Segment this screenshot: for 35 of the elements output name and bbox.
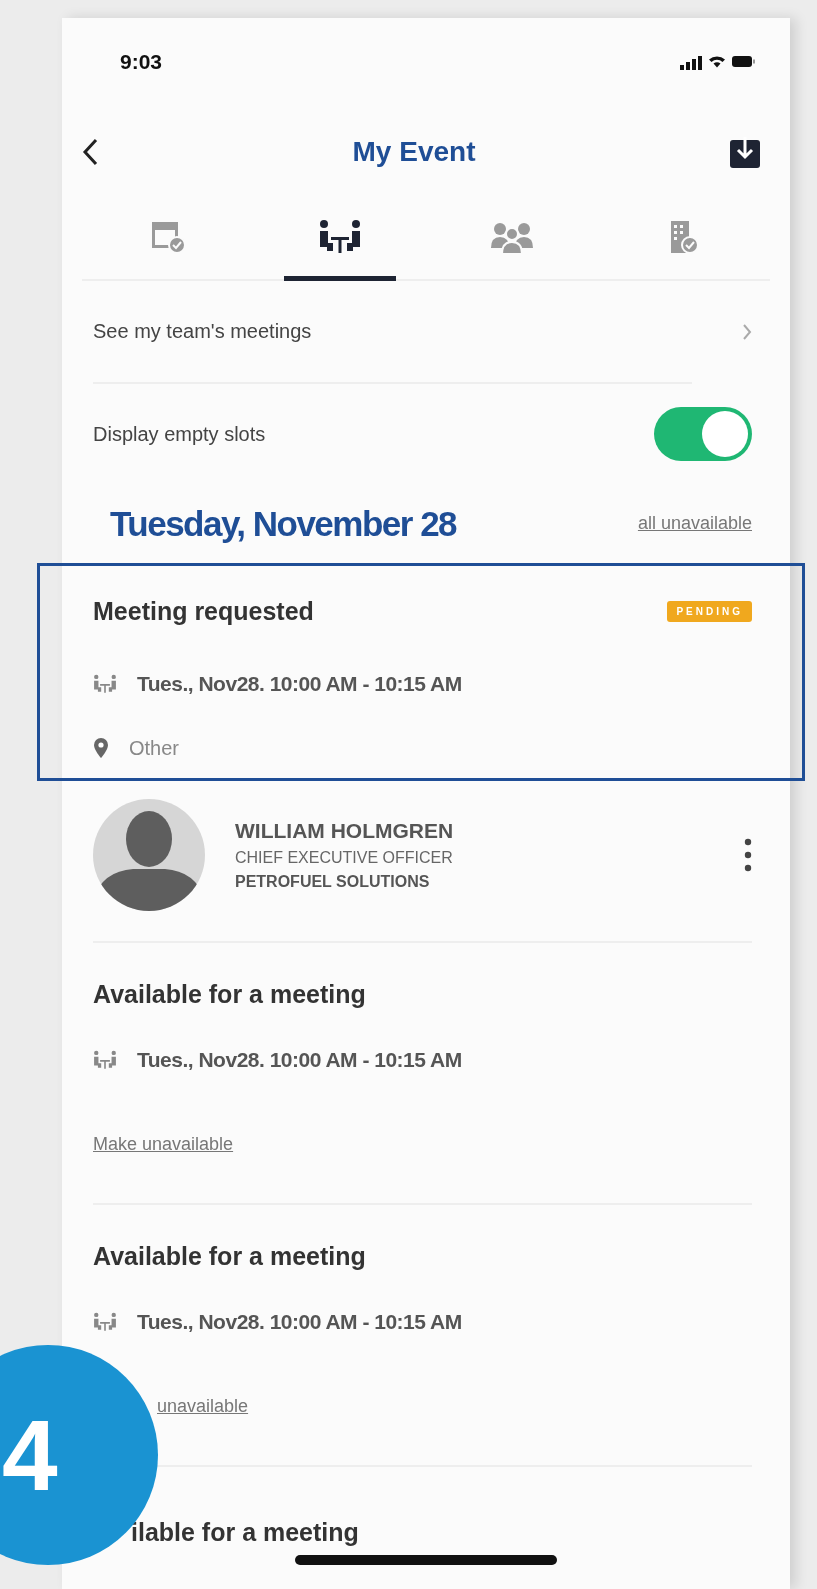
meeting-table-icon [93,1312,117,1332]
building-check-icon [669,219,699,255]
status-time: 9:03 [120,50,163,74]
person-name: WILLIAM HOLMGREN [235,819,455,843]
empty-slots-toggle[interactable] [654,407,752,461]
calendar-check-icon [150,220,186,254]
slot-time: Tues., Nov28. 10:00 AM - 10:15 AM [137,1310,462,1334]
slot-time: Tues., Nov28. 10:00 AM - 10:15 AM [137,672,462,696]
person-role: CHIEF EXECUTIVE OFFICER [235,849,454,867]
all-unavailable-link[interactable]: all unavailable [637,513,752,534]
status-badge: PENDING [667,600,752,622]
back-icon[interactable] [82,138,98,166]
slot-time: Tues., Nov28. 10:00 AM - 10:15 AM [137,1048,462,1072]
wifi-icon [708,55,726,69]
slot-title: Meeting requested [93,596,314,626]
location-text: Other [129,736,180,760]
make-unavailable-link[interactable]: Make unavailable [93,1134,234,1154]
slot-title: Available for a meeting [93,1241,367,1271]
date-heading: Tuesday, November 28 [110,503,457,544]
meeting-table-icon [318,219,362,255]
screen-title: My Event [352,136,476,168]
person-company: PETROFUEL SOLUTIONS [235,873,431,891]
location-pin-icon [93,737,109,759]
more-options-icon[interactable] [744,838,752,872]
chevron-right-icon [742,322,752,341]
meeting-table-icon [93,1050,117,1070]
battery-icon [732,56,756,68]
people-icon [490,220,534,254]
slot-title: ilable for a meeting [131,1517,360,1547]
make-unavailable-link[interactable]: unavailable [157,1396,249,1416]
team-meetings-link[interactable]: See my team's meetings [93,281,752,382]
meeting-table-icon [93,674,117,694]
empty-slots-label: Display empty slots [93,422,266,446]
signal-icon [680,54,702,70]
slot-title: Available for a meeting [93,979,367,1009]
